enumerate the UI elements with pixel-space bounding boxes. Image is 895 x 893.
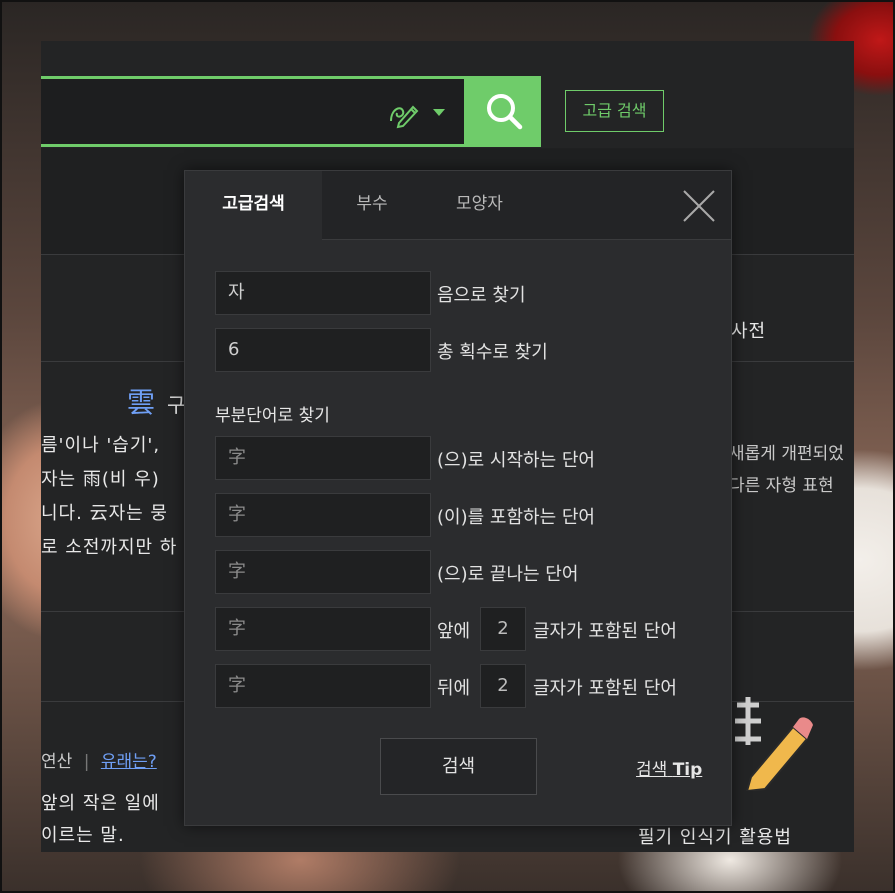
after-suffix-label: 글자가 포함된 단어	[533, 678, 677, 699]
hanja-entry-char: 雲	[127, 386, 156, 419]
partial-word-heading: 부분단어로 찾기	[215, 406, 330, 426]
chevron-down-icon[interactable]	[433, 109, 445, 116]
close-icon[interactable]	[682, 189, 716, 223]
stroke-count-label: 총 획수로 찾기	[437, 342, 548, 363]
ends-with-input[interactable]: 字	[215, 550, 431, 594]
tab-advanced-search[interactable]: 고급검색	[185, 171, 322, 241]
after-prefix-label: 뒤에	[437, 678, 471, 699]
search-icon	[487, 94, 523, 130]
advanced-search-submit-button[interactable]: 검색	[380, 738, 537, 795]
handwriting-pencil-icon	[735, 697, 813, 791]
search-bar: 고급 검색	[41, 76, 854, 148]
reading-input[interactable]: 자	[215, 271, 431, 315]
after-count-input[interactable]: 2	[480, 664, 526, 708]
before-count-input[interactable]: 2	[480, 607, 526, 651]
dictionary-tab-fragment[interactable]: 사전	[731, 317, 766, 343]
tab-radical[interactable]: 부수	[322, 171, 422, 240]
contains-input[interactable]: 字	[215, 493, 431, 537]
starts-with-input[interactable]: 字	[215, 436, 431, 480]
entry-text-line: 름'이나 '습기',	[41, 435, 161, 456]
contains-label: (이)를 포함하는 단어	[437, 507, 595, 528]
after-input[interactable]: 字	[215, 664, 431, 708]
origin-link[interactable]: 유래는?	[101, 752, 157, 772]
advanced-search-link[interactable]: 고급 검색	[565, 90, 664, 132]
origin-row: 연산 | 유래는?	[41, 747, 157, 772]
entry-text-line: 니다. 云자는 뭉	[41, 503, 168, 524]
search-tip-bold: Tip	[672, 760, 703, 780]
modal-tab-bar: 고급검색 부수 모양자	[185, 171, 731, 241]
search-button[interactable]	[467, 76, 541, 147]
before-prefix-label: 앞에	[437, 621, 471, 642]
tab-shape[interactable]: 모양자	[422, 171, 537, 240]
search-input[interactable]	[41, 76, 467, 147]
handwriting-guide-link[interactable]: 필기 인식기 활용법	[638, 823, 792, 849]
entry-text-line: 자는 雨(비 우)	[41, 469, 160, 490]
hanja-entry-suffix: 구	[167, 393, 186, 417]
before-input[interactable]: 字	[215, 607, 431, 651]
origin-separator: |	[83, 752, 90, 772]
stroke-count-input[interactable]: 6	[215, 328, 431, 372]
ends-with-label: (으)로 끝나는 단어	[437, 564, 579, 585]
advanced-search-modal: 고급검색 부수 모양자 자 음으로 찾기 6 총 획수로 찾기 부분단어로 찾기…	[184, 170, 732, 826]
origin-prefix: 연산	[41, 752, 73, 772]
notice-text-line: 새롭게 개편되었	[729, 444, 844, 464]
search-tip-text: 검색	[636, 760, 668, 780]
entry-text-line: 로 소전까지만 하	[41, 537, 178, 558]
starts-with-label: (으)로 시작하는 단어	[437, 450, 595, 471]
notice-text-line: 다른 자형 표현	[729, 476, 834, 496]
handwrite-pen-icon[interactable]	[385, 95, 421, 131]
reading-label: 음으로 찾기	[437, 285, 526, 306]
idiom-text-line: 이르는 말.	[41, 825, 125, 846]
before-suffix-label: 글자가 포함된 단어	[533, 621, 677, 642]
search-tip-link[interactable]: 검색 Tip	[636, 755, 702, 780]
idiom-text-line: 앞의 작은 일에	[41, 793, 160, 814]
